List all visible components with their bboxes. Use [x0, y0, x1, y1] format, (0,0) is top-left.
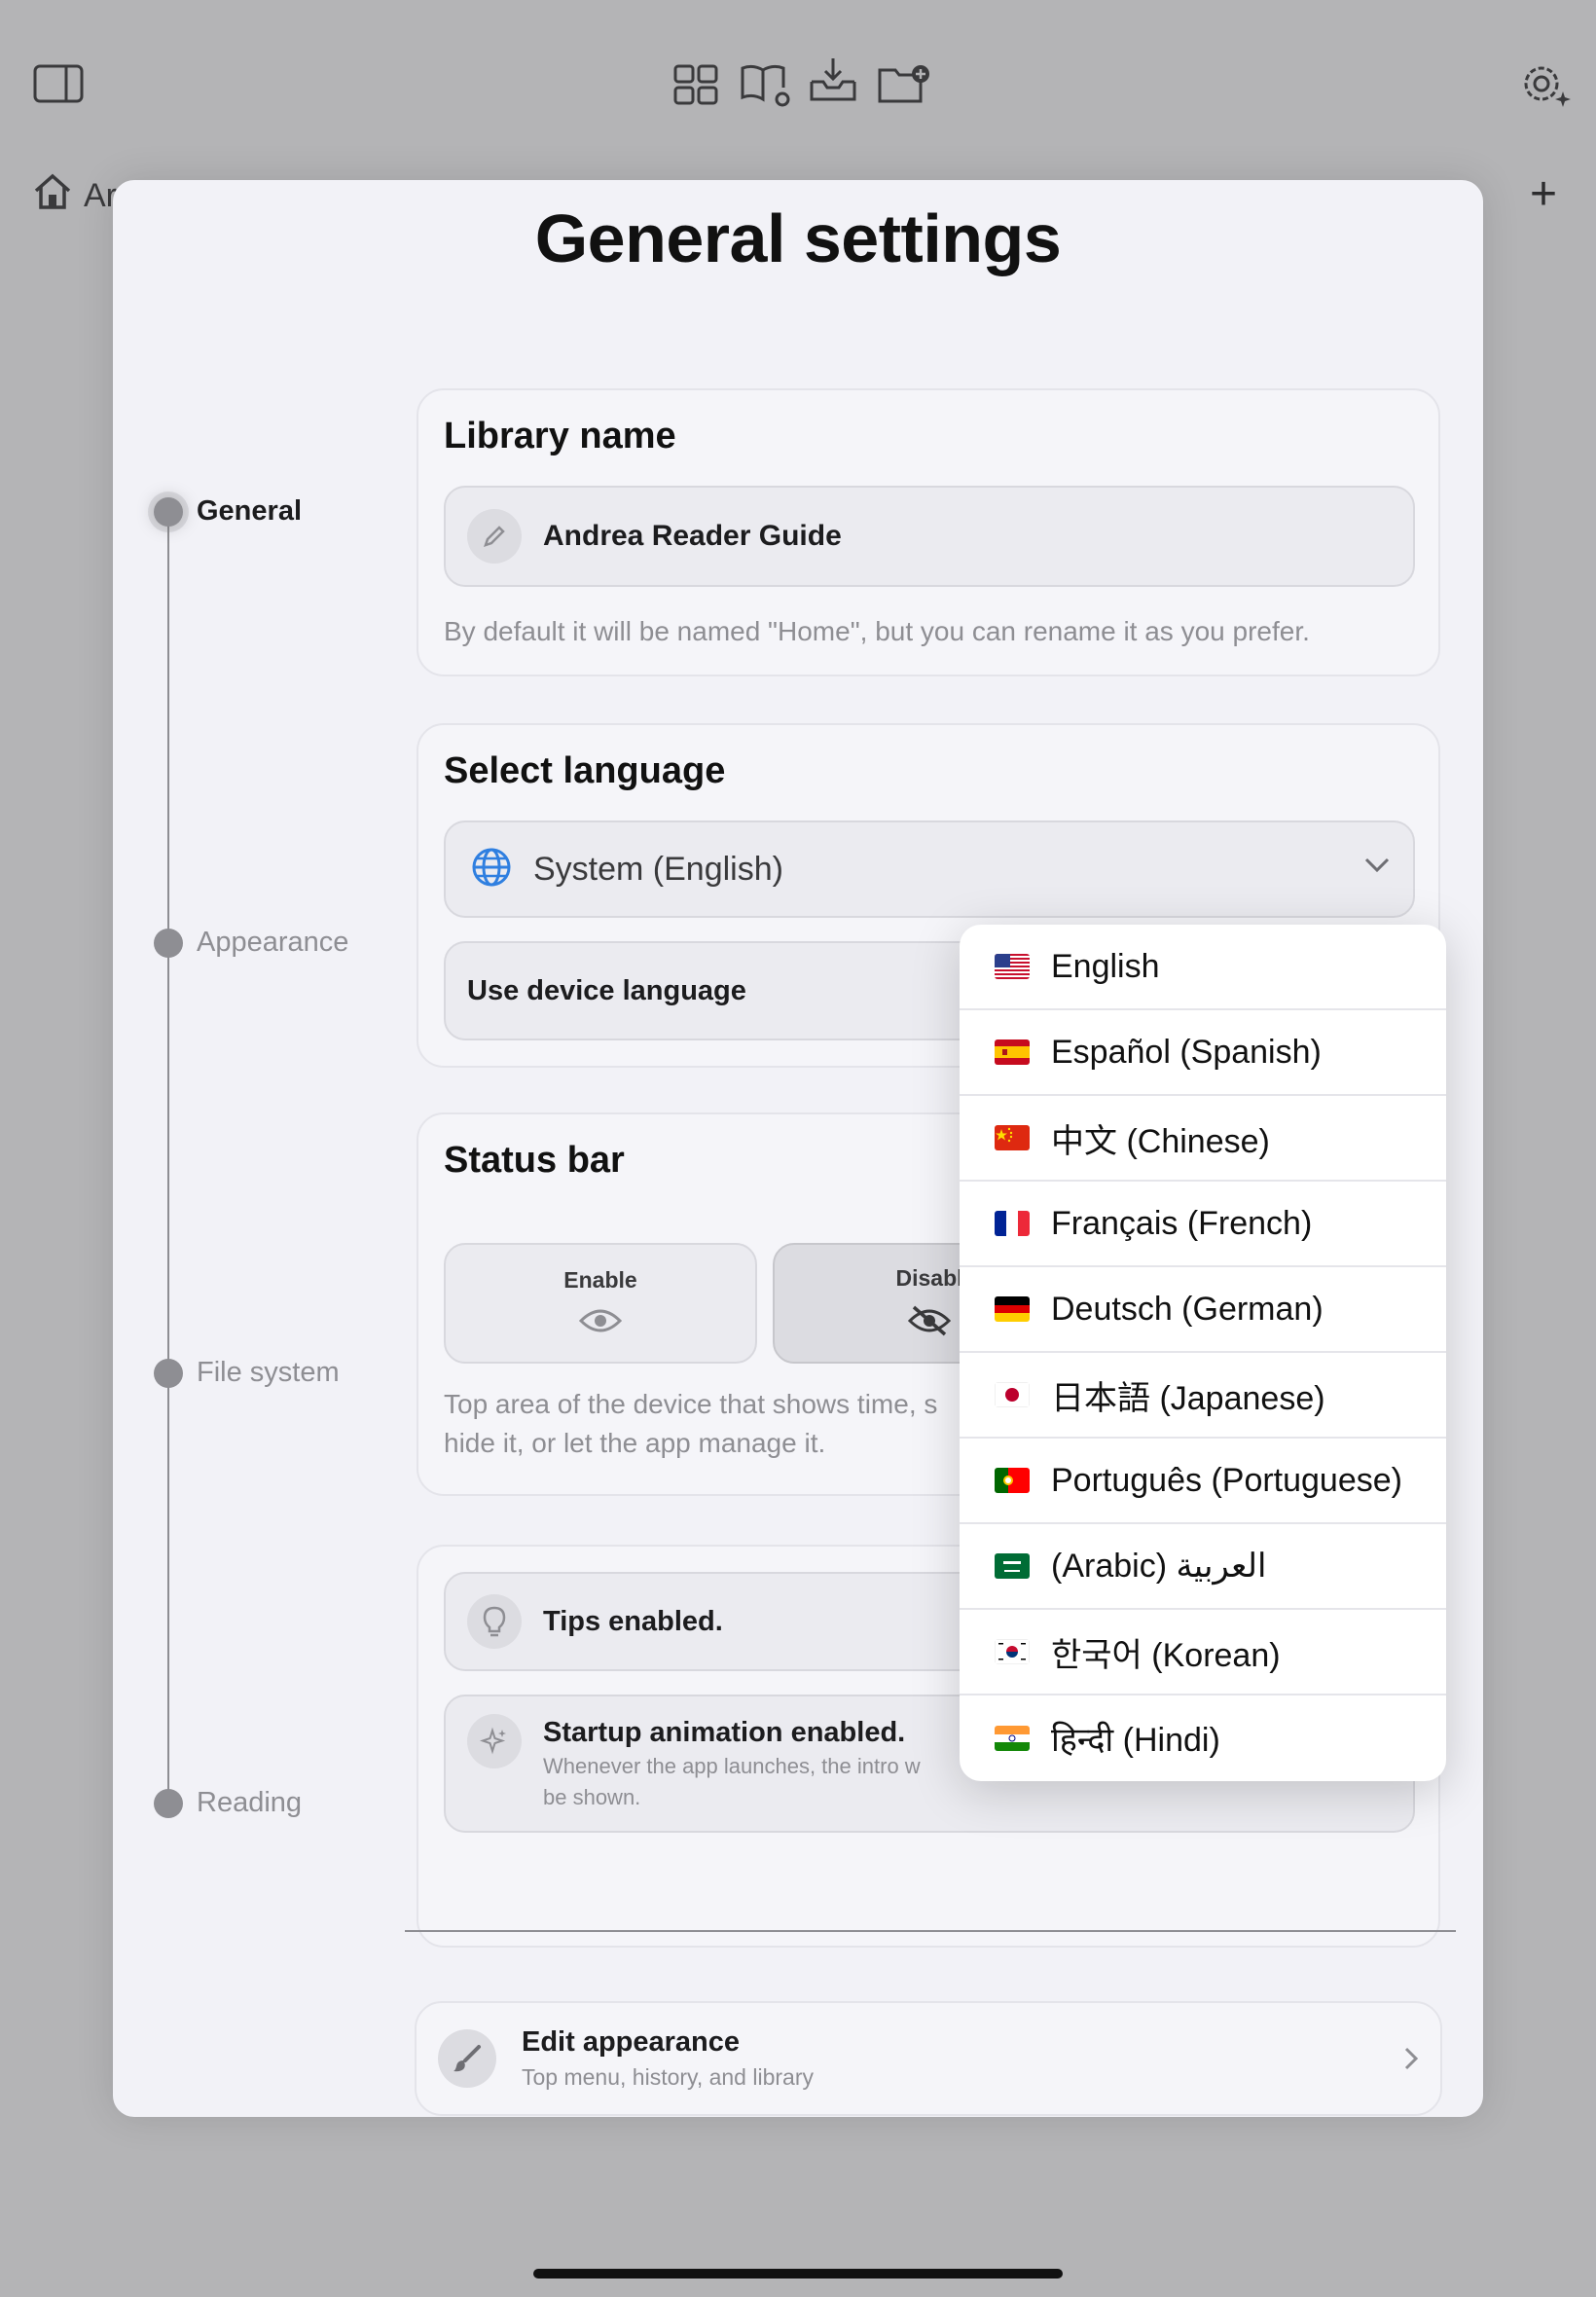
- add-icon[interactable]: +: [1530, 171, 1557, 218]
- page-title: General settings: [534, 201, 1062, 276]
- home-icon: [33, 173, 72, 219]
- timeline-label: Reading: [197, 1787, 303, 1818]
- language-option-label: English: [1051, 947, 1160, 985]
- edit-appearance-title: Edit appearance: [522, 2026, 741, 2058]
- status-bar-title: Status bar: [444, 1140, 625, 1181]
- status-bar-helper-line-2: hide it, or let the app manage it.: [444, 1428, 826, 1458]
- language-option-hindi[interactable]: हिन्दी (Hindi): [960, 1695, 1446, 1781]
- library-name-title: Library name: [444, 416, 676, 456]
- startup-animation-label: Startup animation enabled.: [543, 1717, 906, 1748]
- sa-flag-icon: [995, 1553, 1030, 1579]
- language-option-chinese[interactable]: 中文 (Chinese): [960, 1096, 1446, 1182]
- us-flag-icon: [995, 954, 1030, 979]
- timeline-label: File system: [197, 1357, 340, 1388]
- sparkle-icon: [467, 1714, 522, 1768]
- timeline-item-file-system[interactable]: File system: [154, 1357, 340, 1389]
- folder-add-icon[interactable]: [878, 62, 930, 105]
- language-option-label: Deutsch (German): [1051, 1290, 1324, 1328]
- edit-appearance-text: Edit appearance Top menu, history, and l…: [522, 2026, 814, 2091]
- timeline-item-appearance[interactable]: Appearance: [154, 927, 348, 959]
- fr-flag-icon: [995, 1211, 1030, 1236]
- status-bar-enable-button[interactable]: Enable: [444, 1243, 757, 1364]
- jp-flag-icon: [995, 1382, 1030, 1407]
- pt-flag-icon: [995, 1468, 1030, 1493]
- library-name-card: Library name Andrea Reader Guide By defa…: [417, 388, 1440, 676]
- language-option-french[interactable]: Français (French): [960, 1182, 1446, 1267]
- settings-icon[interactable]: [1520, 62, 1573, 109]
- library-name-helper: By default it will be named "Home", but …: [444, 616, 1310, 646]
- timeline-dot: [154, 1788, 183, 1818]
- home-indicator[interactable]: [533, 2269, 1063, 2279]
- eye-icon: [578, 1307, 623, 1340]
- use-device-language-label: Use device language: [467, 974, 746, 1006]
- timeline-label: General: [197, 495, 302, 527]
- startup-animation-text: Startup animation enabled. Whenever the …: [543, 1714, 921, 1813]
- startup-animation-desc-line-1: Whenever the app launches, the intro w: [543, 1754, 921, 1778]
- timeline-dot: [154, 928, 183, 958]
- timeline-dot: [154, 1358, 183, 1388]
- language-select[interactable]: System (English): [444, 820, 1415, 918]
- chevron-right-icon: [1403, 2046, 1419, 2076]
- startup-animation-desc-line-2: be shown.: [543, 1785, 641, 1809]
- status-bar-helper-line-1: Top area of the device that shows time, …: [444, 1389, 938, 1419]
- de-flag-icon: [995, 1296, 1030, 1322]
- language-option-arabic[interactable]: (Arabic) العربية: [960, 1524, 1446, 1610]
- language-option-spanish[interactable]: Español (Spanish): [960, 1010, 1446, 1096]
- timeline-label: Appearance: [197, 927, 349, 958]
- edit-appearance-row[interactable]: Edit appearance Top menu, history, and l…: [415, 2001, 1442, 2116]
- select-language-title: Select language: [444, 750, 726, 791]
- section-divider: [405, 1930, 1456, 1932]
- timeline-line: [167, 511, 169, 1805]
- inbox-download-icon[interactable]: [808, 56, 858, 105]
- home-label: Ar: [84, 177, 117, 214]
- language-option-label: 中文 (Chinese): [1051, 1122, 1270, 1160]
- language-option-label: 한국어 (Korean): [1051, 1636, 1281, 1674]
- language-option-german[interactable]: Deutsch (German): [960, 1267, 1446, 1353]
- timeline-item-reading[interactable]: Reading: [154, 1787, 302, 1819]
- in-flag-icon: [995, 1726, 1030, 1751]
- language-dropdown-menu: English Español (Spanish) 中文 (Chinese) F…: [960, 925, 1446, 1781]
- tips-label: Tips enabled.: [543, 1605, 723, 1637]
- pencil-icon: [467, 509, 522, 564]
- home-breadcrumb[interactable]: Ar: [33, 173, 117, 219]
- language-option-korean[interactable]: 한국어 (Korean): [960, 1610, 1446, 1695]
- eye-slash-icon: [907, 1305, 952, 1342]
- language-option-english[interactable]: English: [960, 925, 1446, 1010]
- language-option-japanese[interactable]: 日本語 (Japanese): [960, 1353, 1446, 1439]
- globe-icon: [471, 847, 512, 893]
- es-flag-icon: [995, 1039, 1030, 1065]
- disable-label: Disabl: [895, 1264, 963, 1291]
- book-settings-icon[interactable]: [740, 62, 792, 109]
- kr-flag-icon: [995, 1639, 1030, 1664]
- cn-flag-icon: [995, 1125, 1030, 1150]
- timeline-item-general[interactable]: General: [154, 495, 302, 528]
- enable-label: Enable: [563, 1266, 637, 1293]
- language-option-portuguese[interactable]: Português (Portuguese): [960, 1439, 1446, 1524]
- paintbrush-icon: [438, 2029, 496, 2088]
- language-option-label: Español (Spanish): [1051, 1033, 1322, 1071]
- edit-appearance-subtitle: Top menu, history, and library: [522, 2064, 814, 2090]
- chevron-down-icon: [1364, 857, 1390, 878]
- grid-icon[interactable]: [673, 64, 718, 105]
- lightbulb-icon: [467, 1594, 522, 1649]
- language-option-label: 日本語 (Japanese): [1051, 1379, 1325, 1417]
- language-option-label: (Arabic) العربية: [1051, 1548, 1267, 1585]
- library-name-value: Andrea Reader Guide: [543, 520, 842, 552]
- sidebar-toggle-icon[interactable]: [33, 64, 84, 103]
- language-option-label: Português (Portuguese): [1051, 1461, 1402, 1499]
- timeline-dot: [154, 496, 183, 527]
- language-option-label: Français (French): [1051, 1204, 1313, 1242]
- library-name-field[interactable]: Andrea Reader Guide: [444, 486, 1415, 587]
- language-selected-value: System (English): [533, 850, 783, 888]
- language-option-label: हिन्दी (Hindi): [1051, 1722, 1220, 1759]
